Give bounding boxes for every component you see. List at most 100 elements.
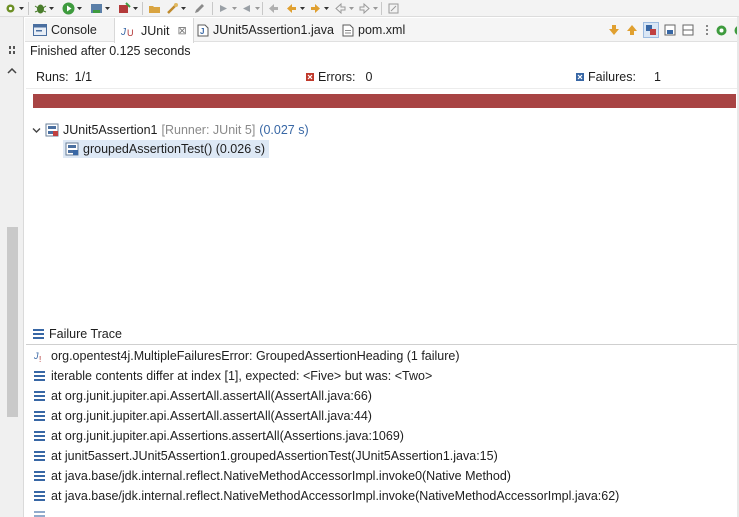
toolbar-edit-button[interactable]	[193, 2, 206, 15]
tab-label: JUnit5Assertion1.java	[213, 23, 334, 37]
chevron-down-icon	[76, 2, 82, 15]
tab-label: JUnit	[141, 23, 170, 38]
next-failure-button[interactable]	[606, 22, 622, 38]
failures-counter: Failures: 1	[576, 70, 661, 84]
debug-config-icon	[6, 4, 15, 13]
scroll-lock-button[interactable]	[662, 22, 678, 38]
toolbar-pin-editor-button[interactable]	[387, 2, 400, 15]
chevron-down-icon	[104, 2, 110, 15]
trace-line-text: org.opentest4j.MultipleFailuresError: Gr…	[51, 349, 460, 363]
chevron-down-icon	[48, 2, 54, 15]
svg-text:!: !	[39, 355, 41, 363]
layout-toggle-button[interactable]	[680, 22, 696, 38]
bug-icon	[34, 4, 47, 14]
suite-time: (0.027 s)	[259, 123, 309, 137]
test-counters: Runs: 1/1 Errors: 0 Failures: 1	[26, 64, 737, 89]
toolbar-open-type-button[interactable]	[148, 2, 161, 15]
toolbar-search-button[interactable]	[166, 2, 186, 15]
forward-arrow-icon	[311, 4, 320, 13]
tab-junit5assertion1-java[interactable]: J JUnit5Assertion1.java	[193, 18, 344, 42]
toolbar-run-config-button[interactable]	[4, 2, 24, 15]
chevron-down-icon	[299, 2, 305, 15]
close-icon[interactable]: ⊠	[177, 24, 186, 37]
forward-arrow-icon	[359, 2, 370, 15]
toolbar-last-edit-button[interactable]	[267, 2, 280, 15]
failure-trace-list: J! org.opentest4j.MultipleFailuresError:…	[26, 346, 737, 517]
main-toolbar	[0, 0, 739, 17]
last-edit-icon	[269, 4, 278, 13]
stack-frame-icon	[34, 431, 45, 441]
toolbar-external-tools-button[interactable]	[118, 2, 138, 15]
vertical-scrollbar-thumb[interactable]	[7, 227, 18, 417]
toolbar-run-button[interactable]	[62, 2, 82, 15]
runs-value: 1/1	[74, 70, 93, 84]
failures-value: 1	[653, 70, 661, 84]
trace-line[interactable]: J! org.opentest4j.MultipleFailuresError:…	[34, 346, 460, 366]
junit-icon: JU	[121, 27, 134, 37]
toolbar-forward-history-button[interactable]	[358, 2, 378, 15]
pin-icon	[388, 3, 399, 14]
trace-line-partial	[34, 506, 45, 517]
test-progress-bar	[33, 94, 736, 108]
search-icon	[167, 3, 178, 14]
tab-junit[interactable]: JU JUnit ⊠	[114, 18, 194, 43]
stack-frame-icon	[34, 471, 45, 481]
trace-line-text: at org.junit.jupiter.api.AssertAll.asser…	[51, 409, 372, 423]
test-label: groupedAssertionTest() (0.026 s)	[83, 142, 266, 156]
test-failed-icon	[65, 142, 79, 156]
previous-failure-button[interactable]	[624, 22, 640, 38]
arrow-up-icon	[627, 25, 637, 35]
view-tab-bar: Console JU JUnit ⊠ J JUnit5Assertion1.ja…	[25, 18, 739, 43]
xml-file-icon	[342, 24, 354, 36]
chevron-down-icon	[231, 2, 237, 15]
restore-panel-button[interactable]	[6, 44, 18, 56]
trace-line[interactable]: at java.base/jdk.internal.reflect.Native…	[34, 466, 511, 486]
toolbar-back-button[interactable]	[285, 2, 305, 15]
toolbar-prev-annotation-button[interactable]	[240, 2, 260, 15]
chevron-down-icon[interactable]	[32, 126, 41, 135]
toolbar-next-annotation-button[interactable]	[217, 2, 237, 15]
toolbar-back-history-button[interactable]	[334, 2, 354, 15]
tree-node-suite[interactable]: JUnit5Assertion1 [Runner: JUnit 5] (0.02…	[32, 121, 309, 139]
chevron-up-icon	[7, 68, 17, 74]
console-icon	[33, 24, 47, 36]
chevron-down-icon	[348, 2, 354, 15]
chevron-down-icon	[132, 2, 138, 15]
errors-label: Errors:	[318, 70, 356, 84]
tab-pom-xml[interactable]: pom.xml	[338, 18, 415, 42]
failure-icon	[576, 73, 584, 81]
toolbar-forward-button[interactable]	[309, 2, 329, 15]
scroll-up-button[interactable]	[6, 65, 18, 77]
trace-line[interactable]: at org.junit.jupiter.api.AssertAll.asser…	[34, 386, 372, 406]
trace-line-text: at org.junit.jupiter.api.AssertAll.asser…	[51, 389, 372, 403]
tree-node-test[interactable]: groupedAssertionTest() (0.026 s)	[63, 140, 270, 158]
java-file-icon: J	[197, 24, 209, 36]
trace-line[interactable]: at java.base/jdk.internal.reflect.Native…	[34, 486, 619, 506]
chevron-down-icon	[323, 2, 329, 15]
exception-icon: J!	[34, 351, 41, 363]
trace-line[interactable]: at junit5assert.JUnit5Assertion1.grouped…	[34, 446, 498, 466]
tab-console[interactable]: Console	[29, 18, 107, 42]
suite-name: JUnit5Assertion1	[63, 123, 158, 137]
run-status-text: Finished after 0.125 seconds	[30, 44, 191, 58]
chevron-down-icon	[180, 2, 186, 15]
trace-line[interactable]: at org.junit.jupiter.api.AssertAll.asser…	[34, 406, 372, 426]
more-vertical-icon	[706, 25, 708, 35]
back-arrow-icon	[287, 4, 296, 13]
layout-icon	[682, 24, 694, 36]
trace-line[interactable]: iterable contents differ at index [1], e…	[34, 366, 432, 386]
failures-filter-icon	[646, 25, 656, 35]
runs-counter: Runs: 1/1	[36, 70, 92, 84]
suite-runner: [Runner: JUnit 5]	[161, 123, 256, 137]
chevron-down-icon	[18, 2, 24, 15]
error-icon	[306, 73, 314, 81]
toolbar-debug-button[interactable]	[34, 2, 54, 15]
prev-annotation-icon	[243, 5, 250, 12]
rerun-test-button[interactable]	[713, 22, 729, 38]
runs-label: Runs:	[36, 70, 69, 84]
trace-line-text: iterable contents differ at index [1], e…	[51, 369, 433, 383]
toolbar-coverage-button[interactable]	[90, 2, 110, 15]
tab-label: Console	[51, 23, 97, 37]
trace-line[interactable]: at org.junit.jupiter.api.Assertions.asse…	[34, 426, 404, 446]
show-failures-only-button[interactable]	[643, 22, 659, 38]
